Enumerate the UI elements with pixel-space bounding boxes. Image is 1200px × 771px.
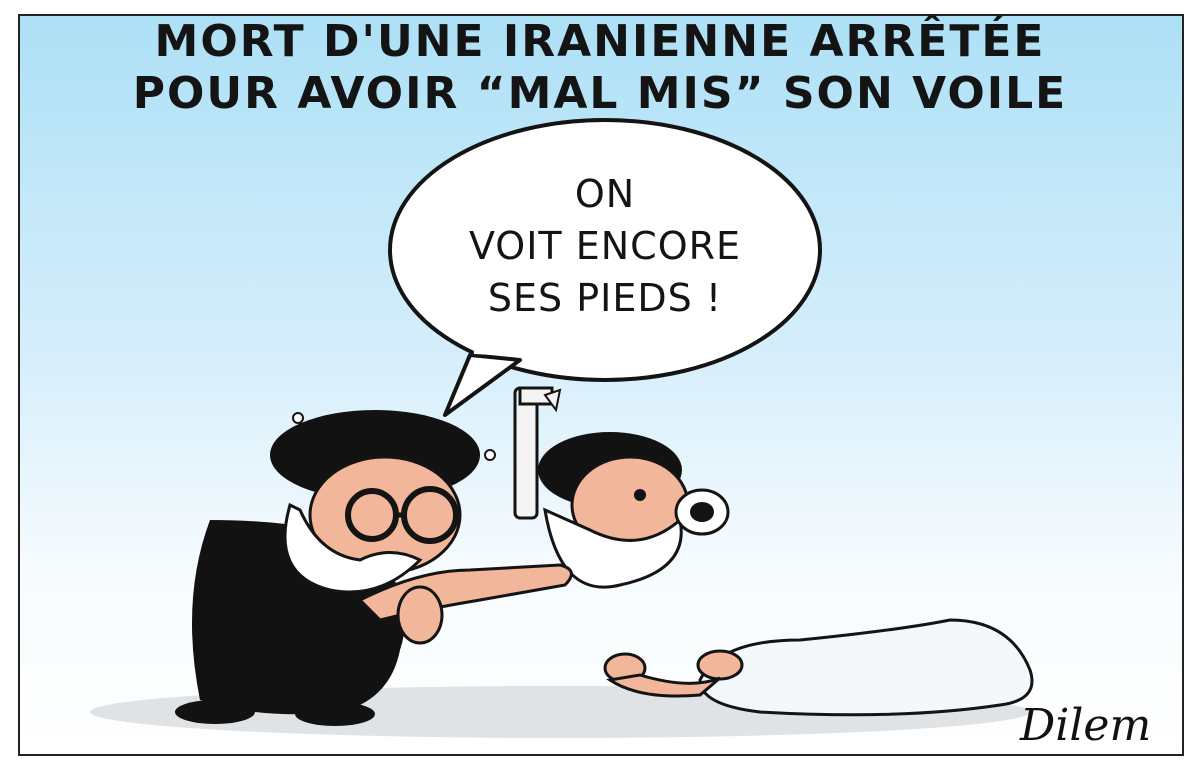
- main-cleric: [175, 410, 573, 726]
- speech-line-1: ON: [574, 172, 636, 216]
- second-cleric: [538, 432, 730, 589]
- speech-text: ON VOIT ENCORE SES PIEDS !: [440, 168, 770, 324]
- speech-line-3: SES PIEDS !: [487, 276, 723, 320]
- artist-signature: Dilem: [1020, 700, 1152, 751]
- speech-line-2: VOIT ENCORE: [468, 224, 742, 268]
- cartoon-illustration: [90, 118, 1034, 738]
